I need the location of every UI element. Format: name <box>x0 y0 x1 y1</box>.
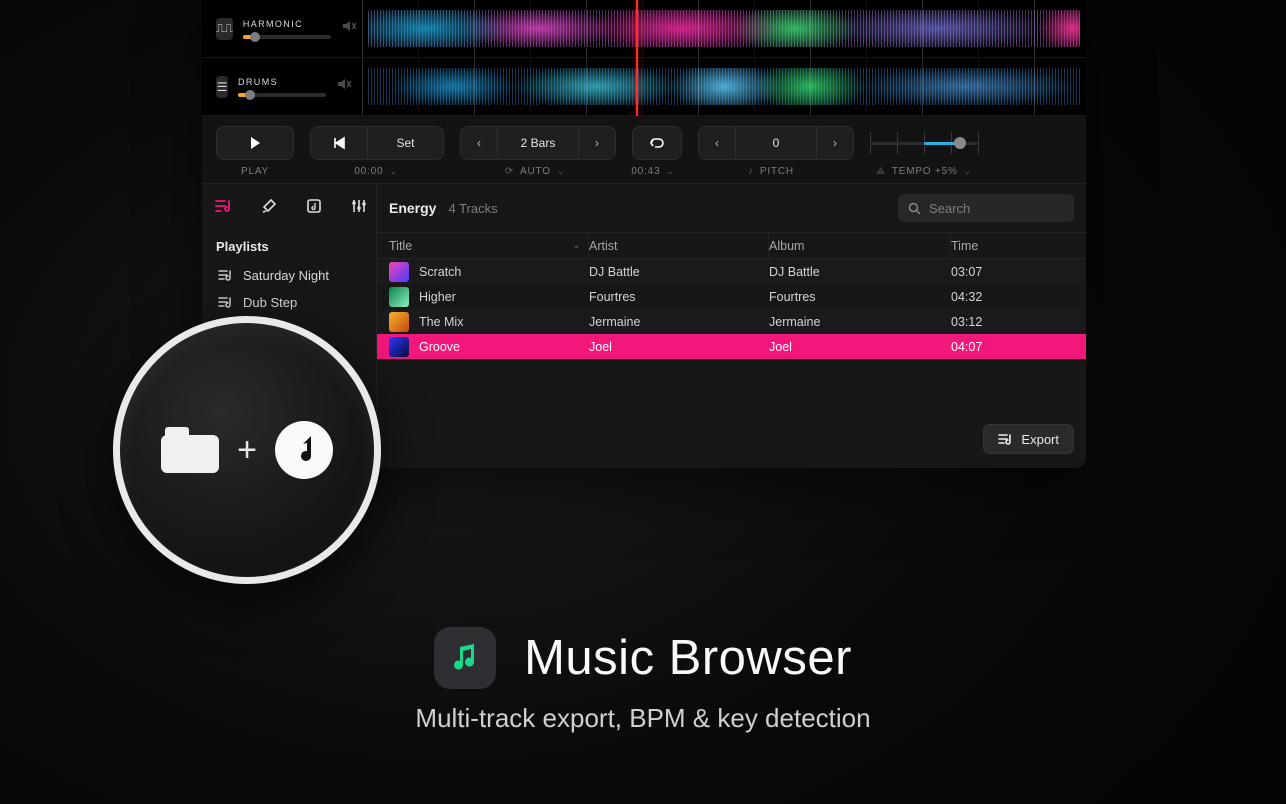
plus-icon: + <box>237 431 257 470</box>
search-placeholder: Search <box>929 201 970 216</box>
skip-start-button[interactable] <box>311 127 367 159</box>
bars-next-button[interactable]: › <box>579 127 615 159</box>
waveform[interactable] <box>362 58 1086 115</box>
col-album[interactable]: Album <box>769 233 951 258</box>
cell-album: Jermaine <box>769 315 951 329</box>
album-art <box>389 262 409 282</box>
cell-time: 04:32 <box>951 290 1074 304</box>
cell-album: Joel <box>769 340 951 354</box>
track-volume-slider[interactable] <box>243 35 331 39</box>
table-row[interactable]: The Mix Jermaine Jermaine 03:12 <box>377 309 1086 334</box>
time-label[interactable]: 00:00⌄ <box>310 166 442 177</box>
cue-set-group: Set <box>310 126 444 160</box>
track-list: Energy 4 Tracks Search Title⌄ Artist Alb… <box>377 184 1086 468</box>
album-art <box>389 287 409 307</box>
column-headers: Title⌄ Artist Album Time <box>377 233 1086 259</box>
track-name: HARMONIC <box>243 19 331 29</box>
hero-subtitle: Multi-track export, BPM & key detection <box>415 703 870 734</box>
album-art <box>389 312 409 332</box>
auto-label[interactable]: ⟳AUTO⌄ <box>458 166 612 177</box>
tempo-slider[interactable] <box>870 126 978 160</box>
playlist-icon <box>218 269 233 282</box>
track-name: DRUMS <box>238 77 326 87</box>
track: ☰ DRUMS <box>202 58 1086 116</box>
sidebar-item[interactable]: Saturday Night <box>212 262 370 289</box>
set-cue-button[interactable]: Set <box>367 127 443 159</box>
transport-bar: Set ‹ 2 Bars › ‹ 0 › PLAY <box>202 116 1086 183</box>
folder-icon <box>161 427 219 473</box>
pitch-value[interactable]: 0 <box>735 127 817 159</box>
col-artist[interactable]: Artist <box>589 233 769 258</box>
bars-stepper: ‹ 2 Bars › <box>460 126 616 160</box>
play-label: PLAY <box>216 166 294 177</box>
cell-title: Scratch <box>419 265 461 279</box>
loop-time-label[interactable]: 00:43⌄ <box>628 166 678 177</box>
bars-value[interactable]: 2 Bars <box>497 127 579 159</box>
cell-artist: Jermaine <box>589 315 769 329</box>
playlists-tab-icon[interactable] <box>214 198 233 219</box>
table-row[interactable]: Groove Joel Joel 04:07 <box>377 334 1086 359</box>
playlist-title: Energy <box>389 200 436 216</box>
tempo-label[interactable]: ⟁TEMPO +5%⌄ <box>864 166 972 177</box>
playhead[interactable] <box>636 0 638 116</box>
cell-time: 04:07 <box>951 340 1074 354</box>
col-title[interactable]: Title⌄ <box>389 233 589 258</box>
mute-icon[interactable] <box>336 76 352 97</box>
cell-time: 03:07 <box>951 265 1074 279</box>
search-icon <box>908 202 921 215</box>
export-button[interactable]: Export <box>983 424 1074 454</box>
search-input[interactable]: Search <box>898 194 1074 222</box>
library-tab-icon[interactable] <box>304 198 323 219</box>
pitch-label: ♪PITCH <box>694 166 848 177</box>
bars-prev-button[interactable]: ‹ <box>461 127 497 159</box>
loop-button[interactable] <box>632 126 682 160</box>
sidebar-item[interactable]: Dub Step <box>212 289 370 316</box>
sidebar-title: Playlists <box>212 233 370 262</box>
track-type-icon: ⎍⎍ <box>216 18 233 40</box>
cell-title: Groove <box>419 340 460 354</box>
table-row[interactable]: Higher Fourtres Fourtres 04:32 <box>377 284 1086 309</box>
col-time[interactable]: Time <box>951 233 1074 258</box>
cell-title: Higher <box>419 290 456 304</box>
cell-artist: Joel <box>589 340 769 354</box>
cell-album: Fourtres <box>769 290 951 304</box>
track: ⎍⎍ HARMONIC <box>202 0 1086 58</box>
waveform-tracks: ⎍⎍ HARMONIC ☰ DRUMS <box>202 0 1086 116</box>
track-count: 4 Tracks <box>448 201 497 216</box>
hero-music-icon <box>434 627 496 689</box>
folder-plus-music-badge: + <box>113 316 381 584</box>
cell-artist: Fourtres <box>589 290 769 304</box>
cell-album: DJ Battle <box>769 265 951 279</box>
pitch-down-button[interactable]: ‹ <box>699 127 735 159</box>
play-button[interactable] <box>216 126 294 160</box>
hero-title: Music Browser <box>524 630 852 686</box>
pitch-stepper: ‹ 0 › <box>698 126 854 160</box>
cell-artist: DJ Battle <box>589 265 769 279</box>
playlist-icon <box>218 296 233 309</box>
music-note-icon <box>275 421 333 479</box>
track-volume-slider[interactable] <box>238 93 326 97</box>
mixer-tab-icon[interactable] <box>349 198 368 219</box>
mute-icon[interactable] <box>341 18 357 39</box>
cell-title: The Mix <box>419 315 463 329</box>
album-art <box>389 337 409 357</box>
mic-tab-icon[interactable] <box>259 198 278 219</box>
track-type-icon: ☰ <box>216 76 228 98</box>
waveform[interactable] <box>362 0 1086 57</box>
hero: Music Browser Multi-track export, BPM & … <box>0 627 1286 734</box>
cell-time: 03:12 <box>951 315 1074 329</box>
export-icon <box>998 432 1013 446</box>
table-row[interactable]: Scratch DJ Battle DJ Battle 03:07 <box>377 259 1086 284</box>
pitch-up-button[interactable]: › <box>817 127 853 159</box>
